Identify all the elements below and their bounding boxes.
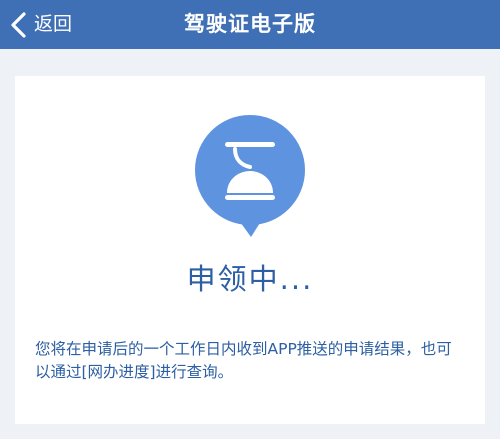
top-navigation-bar: 返回 驾驶证电子版 (0, 0, 500, 49)
status-card: 申领中... 您将在申请后的一个工作日内收到APP推送的申请结果，也可以通过[网… (15, 76, 485, 424)
back-label: 返回 (34, 13, 73, 35)
status-title: 申领中... (186, 262, 314, 296)
back-button[interactable]: 返回 (0, 0, 82, 49)
chevron-left-icon (11, 11, 26, 38)
hourglass-bubble-icon (195, 115, 305, 237)
status-description: 您将在申请后的一个工作日内收到APP推送的申请结果，也可以通过[网办进度]进行查… (35, 340, 452, 381)
